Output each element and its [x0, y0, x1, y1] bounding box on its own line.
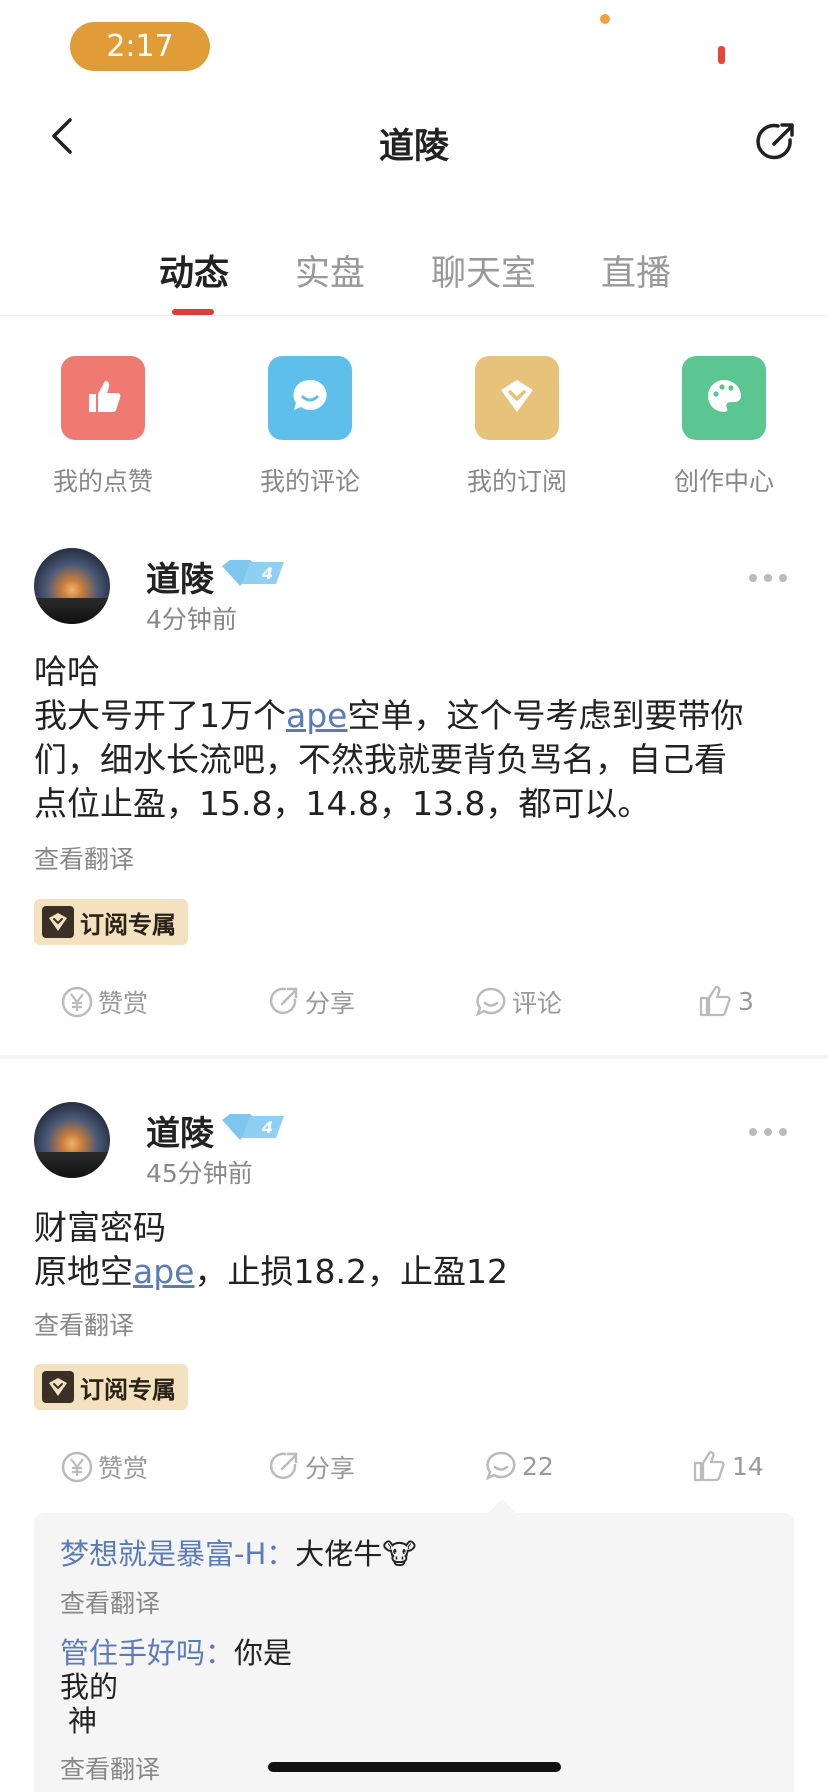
post-line: 原地空ape，止损18.2，止盈12	[34, 1252, 508, 1291]
share-button[interactable]: 分享	[267, 984, 355, 1020]
comment-button[interactable]: 22	[484, 1449, 554, 1483]
recording-indicator	[718, 46, 725, 64]
avatar[interactable]	[34, 548, 110, 624]
reward-label: 赞赏	[98, 989, 149, 1018]
view-translation-link[interactable]: 查看翻译	[34, 1306, 134, 1342]
post-content: 财富密码 原地空ape，止损18.2，止盈12	[34, 1206, 794, 1294]
comment-count: 22	[522, 1451, 554, 1481]
like-button[interactable]: 3	[698, 984, 754, 1018]
creator-center-label: 创作中心	[673, 467, 774, 496]
status-time: 2:17	[70, 22, 210, 71]
subscriber-only-tag: 订阅专属	[34, 899, 188, 945]
comment-text: 大佬牛🐮	[295, 1537, 417, 1571]
comment-author[interactable]: 管住手好吗：	[60, 1636, 234, 1670]
tab-livestream[interactable]: 直播	[601, 245, 671, 296]
comment-icon	[485, 1451, 516, 1481]
view-translation-link[interactable]: 查看翻译	[60, 1584, 160, 1620]
subscribe-icon	[42, 1371, 74, 1403]
comments-pointer	[488, 1499, 516, 1513]
post-time: 4分钟前	[146, 605, 237, 634]
view-translation-link[interactable]: 查看翻译	[34, 840, 134, 876]
comment-text-line: 神	[68, 1704, 98, 1738]
svg-text:4: 4	[261, 1118, 273, 1137]
subscribe-icon	[495, 374, 539, 422]
comment-item: 管住手好吗：你是	[60, 1636, 292, 1670]
share-button[interactable]: 分享	[267, 1449, 355, 1485]
yen-coin-icon	[61, 1451, 93, 1483]
reward-button[interactable]: 赞赏	[60, 984, 148, 1020]
status-indicator-dot	[600, 14, 610, 24]
like-count: 14	[732, 1451, 764, 1481]
reward-button[interactable]: 赞赏	[60, 1449, 148, 1485]
my-subscriptions-button[interactable]	[475, 356, 559, 440]
my-likes-label: 我的点赞	[52, 467, 153, 496]
tab-bar: 动态 实盘 聊天室 直播	[0, 245, 828, 315]
tab-chatroom[interactable]: 聊天室	[431, 245, 536, 296]
post-content: 哈哈 我大号开了1万个ape空单，这个号考虑到要带你 们，细水长流吧，不然我就要…	[34, 650, 794, 826]
share-label: 分享	[305, 1454, 356, 1483]
my-likes-button[interactable]	[61, 356, 145, 440]
tab-dynamic[interactable]: 动态	[159, 245, 229, 296]
reward-label: 赞赏	[98, 1454, 149, 1483]
yen-coin-icon	[61, 986, 93, 1018]
share-icon	[269, 987, 298, 1015]
comment-author[interactable]: 梦想就是暴富-H：	[60, 1537, 295, 1571]
tag-label: 订阅专属	[80, 1375, 176, 1404]
thumbs-up-icon	[699, 985, 731, 1017]
my-subscriptions-label: 我的订阅	[466, 467, 567, 496]
thumbs-up-icon	[81, 374, 125, 422]
comment-item: 梦想就是暴富-H：大佬牛🐮	[60, 1537, 417, 1571]
vip-diamond-badge-icon: 4	[220, 1112, 288, 1142]
palette-icon	[702, 374, 746, 422]
like-button[interactable]: 14	[692, 1449, 764, 1483]
home-indicator[interactable]	[268, 1762, 561, 1772]
comment-label: 评论	[512, 989, 563, 1018]
tabs-divider	[0, 315, 828, 316]
coin-link[interactable]: ape	[133, 1252, 194, 1291]
tag-label: 订阅专属	[80, 910, 176, 939]
avatar[interactable]	[34, 1102, 110, 1178]
my-comments-button[interactable]	[268, 356, 352, 440]
view-translation-link[interactable]: 查看翻译	[60, 1750, 160, 1786]
tab-live-trading[interactable]: 实盘	[295, 245, 365, 296]
more-options-icon[interactable]	[748, 568, 788, 582]
comment-button[interactable]: 评论	[474, 984, 562, 1020]
coin-link[interactable]: ape	[286, 696, 347, 735]
more-options-icon[interactable]	[748, 1122, 788, 1136]
post-line: 财富密码	[34, 1208, 166, 1247]
creator-center-button[interactable]	[682, 356, 766, 440]
vip-diamond-badge-icon: 4	[220, 558, 288, 588]
post-time: 45分钟前	[146, 1159, 253, 1188]
like-count: 3	[738, 986, 754, 1016]
comment-icon	[288, 374, 332, 422]
svg-text:4: 4	[261, 564, 273, 583]
share-icon	[269, 1452, 298, 1480]
comment-text-line: 我的	[60, 1670, 119, 1704]
post-line: 们，细水长流吧，不然我就要背负骂名，自己看	[34, 740, 727, 779]
post-line: 点位止盈，15.8，14.8，13.8，都可以。	[34, 784, 651, 823]
subscriber-only-tag: 订阅专属	[34, 1364, 188, 1410]
subscribe-icon	[42, 906, 74, 938]
comment-icon	[475, 987, 506, 1017]
author-name[interactable]: 道陵	[146, 1106, 214, 1155]
post-divider	[0, 1055, 828, 1059]
share-label: 分享	[305, 989, 356, 1018]
share-icon[interactable]	[754, 120, 798, 164]
post-line: 我大号开了1万个ape空单，这个号考虑到要带你	[34, 696, 744, 735]
author-name[interactable]: 道陵	[146, 552, 214, 601]
my-comments-label: 我的评论	[259, 467, 360, 496]
post-line: 哈哈	[34, 652, 100, 691]
comment-text: 你是	[234, 1636, 293, 1670]
thumbs-up-icon	[693, 1450, 725, 1482]
page-title: 道陵	[378, 127, 449, 167]
